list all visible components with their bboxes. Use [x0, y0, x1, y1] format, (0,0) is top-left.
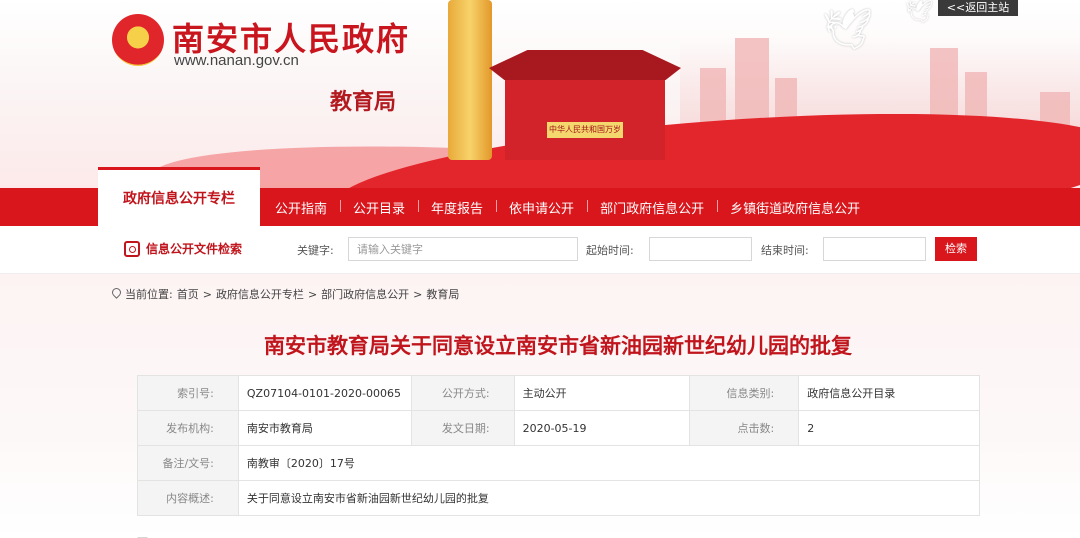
breadcrumb-separator: >	[202, 287, 212, 301]
nav-item-annual-report[interactable]: 年度报告	[418, 198, 496, 217]
index-label: 索引号:	[137, 375, 239, 411]
nav-tab-label: 政府信息公开专栏	[123, 191, 235, 207]
nav-item-catalog[interactable]: 公开目录	[340, 198, 418, 217]
table-row: 内容概述: 关于同意设立南安市省新油园新世纪幼儿园的批复	[137, 480, 981, 516]
breadcrumb-department[interactable]: 部门政府信息公开	[321, 286, 409, 302]
keyword-label: 关键字:	[297, 244, 334, 257]
dove-icon: 🕊	[905, 0, 933, 25]
index-value: QZ07104-0101-2020-00065	[237, 375, 412, 411]
search-icon	[124, 240, 140, 257]
national-emblem-logo	[112, 14, 164, 66]
start-date-input[interactable]	[649, 237, 752, 261]
start-date-label: 起始时间:	[586, 244, 634, 257]
keyword-input[interactable]	[348, 237, 578, 261]
department-title: 教育局	[330, 90, 397, 115]
location-pin-icon	[112, 288, 121, 300]
article-title: 南安市教育局关于同意设立南安市省新油园新世纪幼儿园的批复	[264, 334, 852, 358]
method-label: 公开方式:	[410, 375, 515, 411]
header-banner: 中华人民共和国万岁 🕊 🕊	[0, 0, 1080, 188]
article-body-partial: —	[137, 531, 148, 538]
issuer-label: 发布机构:	[137, 410, 239, 446]
nav-items: 公开指南 公开目录 年度报告 依申请公开 部门政府信息公开 乡镇街道政府信息公开	[262, 188, 873, 226]
summary-label: 内容概述:	[137, 480, 239, 516]
breadcrumb-info-column[interactable]: 政府信息公开专栏	[216, 286, 304, 302]
end-date-input[interactable]	[823, 237, 926, 261]
breadcrumb-home[interactable]: 首页	[177, 286, 199, 302]
docno-value: 南教审〔2020〕17号	[237, 445, 981, 481]
search-button[interactable]: 检索	[935, 237, 977, 261]
docno-label: 备注/文号:	[137, 445, 239, 481]
nav-item-guide[interactable]: 公开指南	[262, 198, 340, 217]
nav-item-department[interactable]: 部门政府信息公开	[587, 198, 717, 217]
summary-value: 关于同意设立南安市省新油园新世纪幼儿园的批复	[237, 480, 981, 516]
issuer-value: 南安市教育局	[237, 410, 412, 446]
date-label: 发文日期:	[410, 410, 515, 446]
huabiao-pillar	[448, 0, 492, 160]
method-value: 主动公开	[513, 375, 691, 411]
table-row: 发布机构: 南安市教育局 发文日期: 2020-05-19 点击数: 2	[137, 410, 980, 446]
date-value: 2020-05-19	[513, 410, 691, 446]
breadcrumb: 当前位置: 首页 > 政府信息公开专栏 > 部门政府信息公开 > 教育局	[112, 286, 459, 302]
gate-roof	[489, 50, 681, 80]
nav-item-township[interactable]: 乡镇街道政府信息公开	[717, 198, 873, 217]
end-date-label: 结束时间:	[761, 244, 809, 257]
article-meta-table: 索引号: QZ07104-0101-2020-00065 公开方式: 主动公开 …	[137, 375, 981, 516]
back-home-link[interactable]: <<返回主站	[938, 0, 1018, 16]
hits-value: 2	[798, 410, 980, 446]
search-title: 信息公开文件检索	[146, 242, 243, 256]
breadcrumb-current[interactable]: 教育局	[426, 286, 459, 302]
breadcrumb-separator: >	[413, 287, 423, 301]
category-label: 信息类别:	[689, 375, 800, 411]
table-row: 索引号: QZ07104-0101-2020-00065 公开方式: 主动公开 …	[137, 375, 980, 411]
breadcrumb-prefix: 当前位置:	[125, 288, 173, 301]
gate-board: 中华人民共和国万岁	[547, 122, 623, 138]
search-section-label: 信息公开文件检索	[124, 240, 242, 257]
category-value: 政府信息公开目录	[798, 375, 980, 411]
table-row: 备注/文号: 南教审〔2020〕17号	[137, 445, 981, 481]
tiananmen-gate: 中华人民共和国万岁	[489, 50, 681, 160]
hits-label: 点击数:	[689, 410, 800, 446]
nav-tab-active[interactable]: 政府信息公开专栏	[98, 167, 260, 227]
dove-icon: 🕊	[822, 7, 873, 53]
site-url: www.nanan.gov.cn	[174, 52, 299, 69]
nav-item-on-request[interactable]: 依申请公开	[496, 198, 587, 217]
breadcrumb-separator: >	[307, 287, 318, 301]
